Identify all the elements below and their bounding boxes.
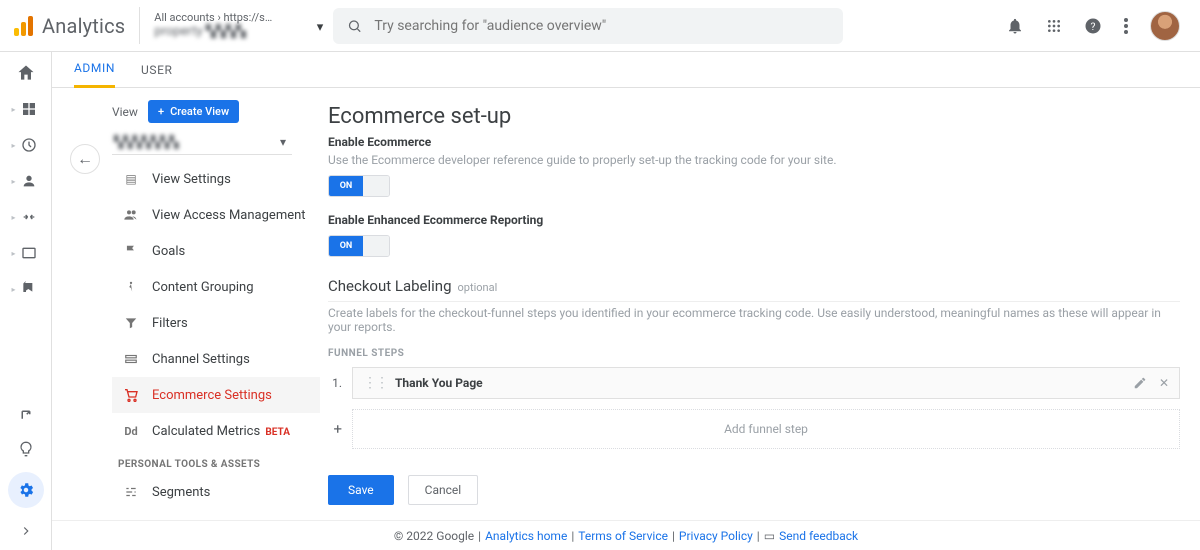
people-icon <box>122 207 140 223</box>
dd-icon: Dd <box>122 425 140 438</box>
expand-icon[interactable]: ▸ <box>11 213 15 222</box>
optional-badge: optional <box>458 281 498 294</box>
admin-nav-column: ← View +Create View ▚▚▚▚▚▚▚ ▾ ▤View Sett… <box>52 88 328 520</box>
rail-behavior-icon[interactable] <box>18 242 40 264</box>
rail-admin-icon[interactable] <box>8 472 44 508</box>
enable-ecommerce-help: Use the Ecommerce developer reference gu… <box>328 153 1180 167</box>
user-avatar[interactable] <box>1150 11 1180 41</box>
checkout-labeling-title: Checkout Labeling <box>328 277 452 295</box>
rail-collapse-icon[interactable] <box>15 520 37 542</box>
expand-icon[interactable]: ▸ <box>11 285 15 294</box>
main-panel: Ecommerce set-up Enable Ecommerce Use th… <box>328 88 1200 520</box>
expand-icon[interactable]: ▸ <box>11 249 15 258</box>
footer-privacy[interactable]: Privacy Policy <box>679 529 753 543</box>
admin-tabs: ADMIN USER <box>52 52 1200 88</box>
plus-icon: + <box>158 105 164 118</box>
footer: © 2022 Google| Analytics home| Terms of … <box>52 520 1200 550</box>
rail-discover-icon[interactable] <box>15 438 37 460</box>
caret-down-icon: ▾ <box>280 135 286 149</box>
funnel-step-row: 1. ⋮⋮ Thank You Page ✕ <box>328 367 1180 399</box>
channels-icon <box>122 352 140 366</box>
create-view-button[interactable]: +Create View <box>148 100 239 123</box>
segments-icon <box>122 485 140 499</box>
nav-view-settings[interactable]: ▤View Settings <box>112 161 320 197</box>
analytics-icon <box>14 16 34 36</box>
rail-home-icon[interactable] <box>15 62 37 84</box>
nav-access-management[interactable]: View Access Management <box>112 197 320 233</box>
bell-icon[interactable] <box>1006 17 1024 35</box>
funnel-steps-header: FUNNEL STEPS <box>328 348 1180 359</box>
rail-realtime-icon[interactable] <box>18 134 40 156</box>
enable-enhanced-label: Enable Enhanced Ecommerce Reporting <box>328 213 1180 227</box>
cart-icon <box>122 387 140 403</box>
tab-admin[interactable]: ADMIN <box>74 61 115 88</box>
nav-channel-settings[interactable]: Channel Settings <box>112 341 320 377</box>
feedback-icon: ▭ <box>764 529 775 543</box>
caret-down-icon: ▾ <box>317 20 324 36</box>
svg-text:?: ? <box>1091 19 1096 32</box>
funnel-icon <box>122 316 140 330</box>
person-run-icon <box>122 280 140 294</box>
plus-icon: + <box>328 420 342 438</box>
nav-calculated-metrics[interactable]: DdCalculated Metrics BETA <box>112 413 320 449</box>
expand-icon[interactable]: ▸ <box>11 105 15 114</box>
step-number: 1. <box>328 376 342 390</box>
brand-logo: Analytics <box>0 14 139 38</box>
flag-icon <box>122 244 140 258</box>
view-label: View <box>112 105 138 119</box>
add-funnel-step-button[interactable]: Add funnel step <box>352 409 1180 449</box>
view-select[interactable]: ▚▚▚▚▚▚▚ ▾ <box>112 129 292 155</box>
top-bar: Analytics All accounts › https://s… prop… <box>0 0 1200 52</box>
account-picker[interactable]: All accounts › https://s… property ▚▚▚▚ … <box>139 7 329 44</box>
top-right-actions: ? <box>1006 11 1188 41</box>
enable-ecommerce-toggle[interactable]: ON <box>328 175 390 197</box>
personal-tools-header: PERSONAL TOOLS & ASSETS <box>118 459 320 470</box>
expand-icon[interactable]: ▸ <box>11 177 15 186</box>
footer-feedback[interactable]: Send feedback <box>779 529 858 543</box>
nav-content-grouping[interactable]: Content Grouping <box>112 269 320 305</box>
footer-tos[interactable]: Terms of Service <box>578 529 668 543</box>
help-icon[interactable]: ? <box>1084 17 1102 35</box>
footer-copyright: © 2022 Google <box>394 529 474 543</box>
account-name: property ▚▚▚▚ <box>154 24 314 40</box>
view-selected-name: ▚▚▚▚▚▚▚ <box>114 135 179 149</box>
enable-enhanced-toggle[interactable]: ON <box>328 235 390 257</box>
funnel-step-box[interactable]: ⋮⋮ Thank You Page ✕ <box>352 367 1180 399</box>
search-box[interactable] <box>333 8 843 44</box>
rail-conversions-icon[interactable] <box>18 278 40 300</box>
rail-audience-icon[interactable] <box>18 170 40 192</box>
checkout-labeling-help: Create labels for the checkout-funnel st… <box>328 306 1180 334</box>
edit-step-icon[interactable] <box>1133 376 1147 390</box>
left-rail: ▸ ▸ ▸ ▸ ▸ ▸ <box>0 52 52 550</box>
step-name: Thank You Page <box>395 376 483 390</box>
search-input[interactable] <box>374 18 829 34</box>
save-button[interactable]: Save <box>328 475 394 505</box>
rail-attribution-icon[interactable] <box>15 404 37 426</box>
nav-segments[interactable]: Segments <box>112 474 320 510</box>
search-icon <box>347 18 362 34</box>
tab-user[interactable]: USER <box>141 63 173 87</box>
more-icon[interactable] <box>1124 18 1128 34</box>
brand-text: Analytics <box>42 14 125 38</box>
document-icon: ▤ <box>122 172 140 186</box>
nav-filters[interactable]: Filters <box>112 305 320 341</box>
nav-ecommerce-settings[interactable]: Ecommerce Settings <box>112 377 320 413</box>
rail-dashboard-icon[interactable] <box>18 98 40 120</box>
apps-icon[interactable] <box>1046 18 1062 34</box>
remove-step-icon[interactable]: ✕ <box>1159 376 1169 390</box>
expand-icon[interactable]: ▸ <box>11 141 15 150</box>
enable-ecommerce-label: Enable Ecommerce <box>328 135 1180 149</box>
footer-analytics-home[interactable]: Analytics home <box>485 529 567 543</box>
cancel-button[interactable]: Cancel <box>408 475 479 505</box>
nav-goals[interactable]: Goals <box>112 233 320 269</box>
page-title: Ecommerce set-up <box>328 104 1180 129</box>
rail-acquisition-icon[interactable] <box>18 206 40 228</box>
back-button[interactable]: ← <box>70 144 100 174</box>
account-breadcrumb: All accounts › https://s… <box>154 11 315 24</box>
drag-handle-icon[interactable]: ⋮⋮ <box>363 375 387 391</box>
